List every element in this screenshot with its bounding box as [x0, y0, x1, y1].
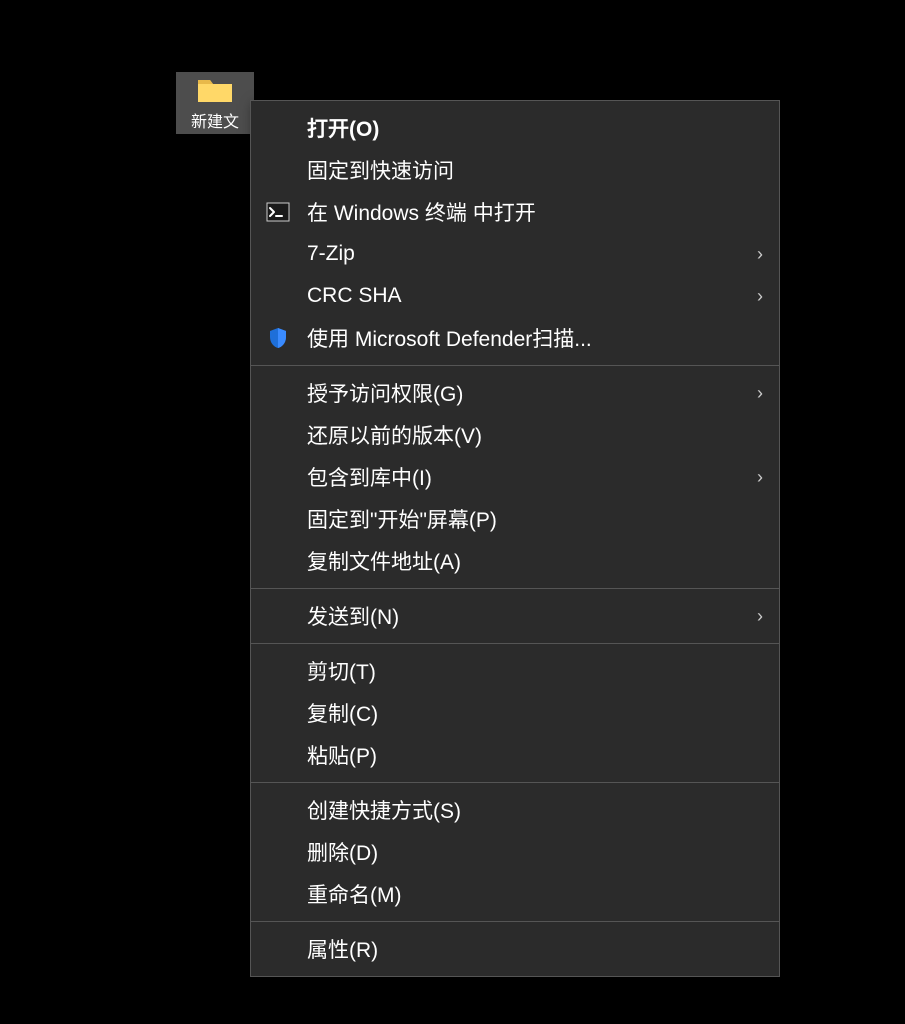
menu-item-label: 删除(D) [307, 837, 763, 867]
terminal-icon [265, 199, 291, 225]
menu-item-label: 属性(R) [307, 934, 763, 964]
menu-separator [251, 365, 779, 366]
menu-item-label: 7-Zip [307, 242, 749, 266]
menu-item[interactable]: 在 Windows 终端 中打开 [251, 191, 779, 233]
menu-item[interactable]: 打开(O) [251, 107, 779, 149]
folder-icon [197, 76, 233, 104]
menu-item-label: 授予访问权限(G) [307, 378, 749, 408]
menu-item[interactable]: 复制文件地址(A) [251, 540, 779, 582]
menu-item-label: 发送到(N) [307, 601, 749, 631]
menu-separator [251, 643, 779, 644]
menu-item[interactable]: 授予访问权限(G) › [251, 372, 779, 414]
menu-item[interactable]: 固定到"开始"屏幕(P) [251, 498, 779, 540]
chevron-right-icon: › [757, 244, 763, 265]
chevron-right-icon: › [757, 606, 763, 627]
menu-item-label: 包含到库中(I) [307, 462, 749, 492]
menu-item[interactable]: 删除(D) [251, 831, 779, 873]
menu-item-label: 打开(O) [307, 113, 763, 143]
menu-item[interactable]: 属性(R) [251, 928, 779, 970]
menu-item-label: 固定到快速访问 [307, 155, 763, 185]
menu-item[interactable]: 还原以前的版本(V) [251, 414, 779, 456]
menu-item[interactable]: 固定到快速访问 [251, 149, 779, 191]
menu-item-label: 在 Windows 终端 中打开 [307, 197, 763, 227]
menu-item[interactable]: 使用 Microsoft Defender扫描... [251, 317, 779, 359]
menu-item[interactable]: 重命名(M) [251, 873, 779, 915]
menu-item[interactable]: 创建快捷方式(S) [251, 789, 779, 831]
chevron-right-icon: › [757, 383, 763, 404]
menu-separator [251, 921, 779, 922]
menu-item[interactable]: 发送到(N) › [251, 595, 779, 637]
menu-item-label: 创建快捷方式(S) [307, 795, 763, 825]
menu-separator [251, 588, 779, 589]
desktop-folder-label: 新建文 [178, 108, 252, 132]
menu-item-label: 重命名(M) [307, 879, 763, 909]
desktop-folder-icon[interactable]: 新建文 [176, 72, 254, 134]
menu-item-label: 还原以前的版本(V) [307, 420, 763, 450]
menu-item-label: 复制(C) [307, 698, 763, 728]
menu-item[interactable]: 剪切(T) [251, 650, 779, 692]
chevron-right-icon: › [757, 467, 763, 488]
menu-separator [251, 782, 779, 783]
menu-item[interactable]: CRC SHA › [251, 275, 779, 317]
menu-item-label: 剪切(T) [307, 656, 763, 686]
menu-item-label: CRC SHA [307, 284, 749, 308]
context-menu: 打开(O)固定到快速访问在 Windows 终端 中打开7-Zip›CRC SH… [250, 100, 780, 977]
menu-item[interactable]: 粘贴(P) [251, 734, 779, 776]
menu-item[interactable]: 包含到库中(I) › [251, 456, 779, 498]
menu-item-label: 复制文件地址(A) [307, 546, 763, 576]
menu-item[interactable]: 复制(C) [251, 692, 779, 734]
shield-icon [265, 325, 291, 351]
menu-item[interactable]: 7-Zip › [251, 233, 779, 275]
menu-item-label: 使用 Microsoft Defender扫描... [307, 323, 763, 353]
chevron-right-icon: › [757, 286, 763, 307]
menu-item-label: 固定到"开始"屏幕(P) [307, 504, 763, 534]
menu-item-label: 粘贴(P) [307, 740, 763, 770]
